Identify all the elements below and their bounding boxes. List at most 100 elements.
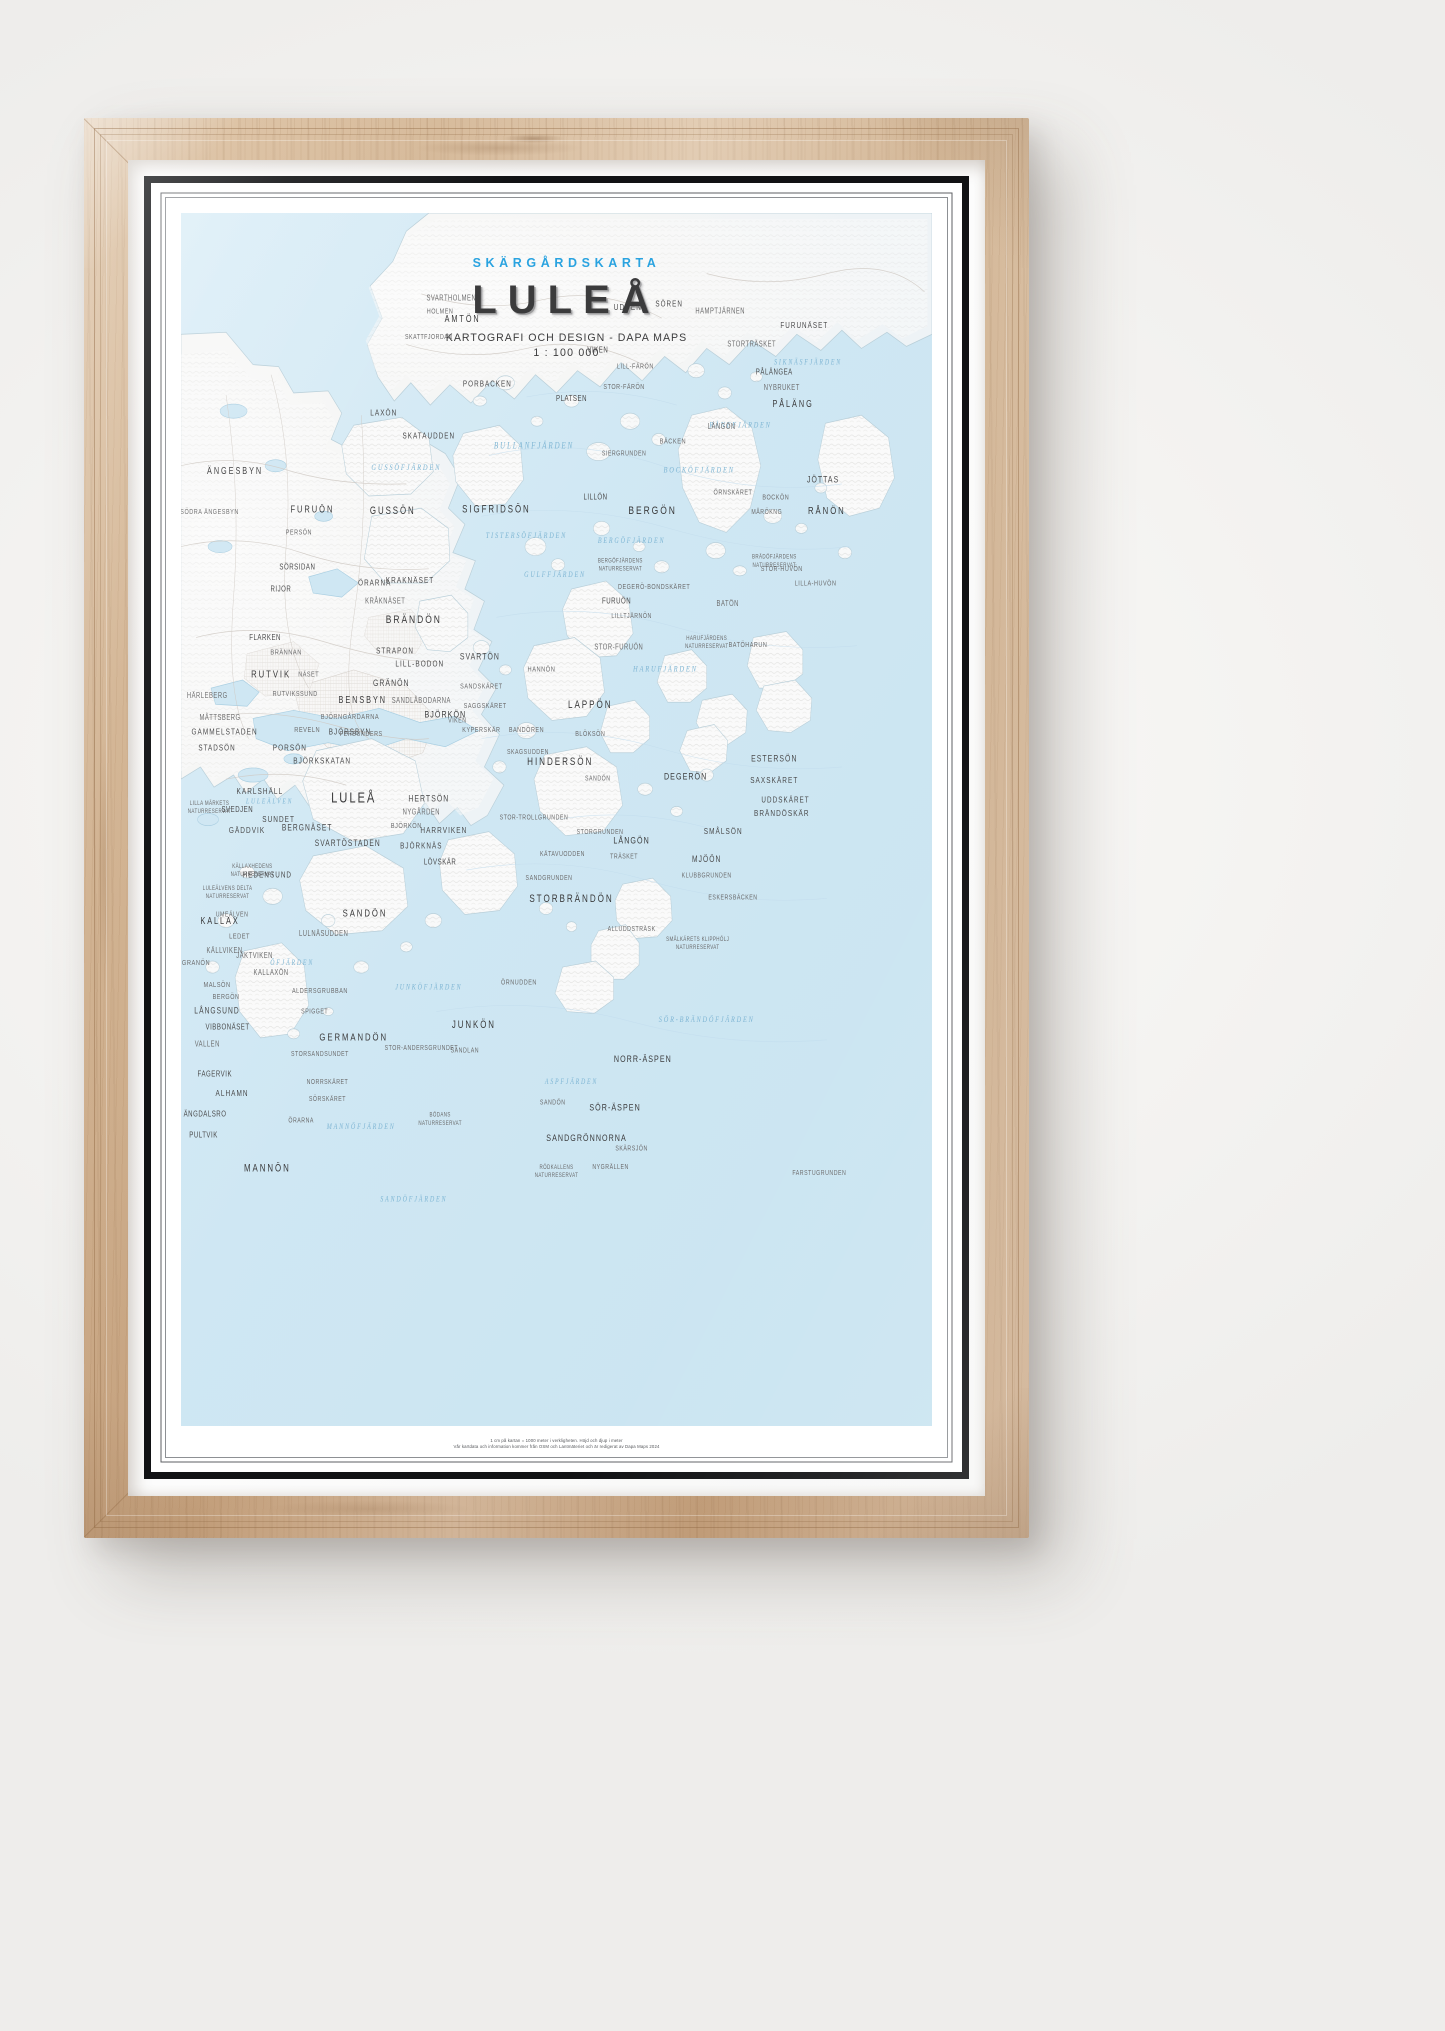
map-place-label: SVARTÖSTADEN [315, 838, 381, 848]
map-place-label: STOR-TROLLGRUNDEN [500, 814, 569, 822]
map-water-label: ASPFJÄRDEN [544, 1077, 598, 1086]
map-place-label: BANDÖREN [509, 725, 544, 734]
map-place-label: NORR-ÄSPEN [614, 1053, 672, 1064]
map-water-label: SANDÖFJÄRDEN [380, 1194, 447, 1204]
map-place-label: LÅNGÖN [708, 421, 736, 431]
map-canvas[interactable]: BULLANFJÄRDEN GUSSÖFJÄRDEN BOCKÖFJÄRDEN RÅN… [181, 213, 932, 1426]
map-place-label: KRÅKNÄSET [365, 596, 405, 606]
map-water-label: BOCKÖFJÄRDEN [664, 465, 735, 475]
map-place-label: LILL-FÄRÖN [617, 361, 654, 370]
map-poster: BULLANFJÄRDEN GUSSÖFJÄRDEN BOCKÖFJÄRDEN RÅN… [167, 199, 946, 1456]
map-place-label: FURUNÄSET [780, 320, 828, 330]
map-place-label: SKATTFJORDAN [405, 333, 453, 341]
map-reserve-label: SMÅLKÄRETS KLIPPHÖLJ [666, 935, 729, 943]
map-reserve-label: HARUFJÄRDENS [686, 634, 727, 642]
map-place-label: ESKERSBÄCKEN [708, 894, 757, 902]
map-place-label: SAGGSKÄRET [464, 701, 507, 710]
map-place-label: VALLEN [195, 1041, 220, 1049]
map-place-label: FURUÖN [602, 596, 631, 606]
map-reserve-label: BÖDANS [429, 1111, 450, 1119]
map-place-label: JÖTTAS [807, 473, 839, 484]
map-place-label: STOR-FURUÖN [594, 643, 643, 652]
map-place-label: SAXSKÄRET [750, 775, 798, 785]
map-place-label: PÅLÄNGEA [756, 366, 793, 376]
map-place-label: BATÖN [717, 599, 739, 608]
map-place-label: BERGÖN [628, 504, 676, 518]
map-place-label: BJÖRKÖN [391, 821, 422, 830]
map-place-label: SVEDJEN [221, 804, 253, 814]
map-reserve-label: RÖDKALLENS [540, 1163, 574, 1171]
map-place-label: JÄKTVIKEN [236, 951, 273, 960]
map-place-label: BERGÖN [213, 992, 240, 1001]
map-place-label: PLATSEN [556, 393, 587, 403]
map-reserve-label: NATURRESERVAT [418, 1120, 462, 1127]
map-place-label: HEDENSUND [243, 870, 292, 880]
fineprint-line-1: 1 cm på kartan = 1000 meter i verklighet… [490, 1437, 623, 1443]
map-water-label: JUNKÖFJÄRDEN [395, 981, 462, 991]
map-place-label: SANDSKÄRET [460, 682, 502, 691]
map-place-label: FAGERVIK [198, 1069, 232, 1079]
map-place-label: SÖRSKÄRET [309, 1095, 346, 1103]
map-place-label: UDDEN [614, 302, 642, 312]
map-place-label: LÅNGSUND [194, 1006, 239, 1016]
map-place-label: SÖRSIDAN [279, 562, 315, 572]
map-place-label: FARSTUGRUNDEN [792, 1169, 846, 1177]
map-place-label: BÄCKEN [660, 437, 687, 446]
map-place-label: MÅRÖKNG [751, 508, 782, 516]
map-water-label: TISTERSÖFJÄRDEN [486, 530, 567, 540]
map-place-label: BJÖRKSKATAN [293, 756, 351, 766]
map-place-label: PORSÖN [273, 742, 307, 752]
map-place-label: ÄNGESBYN [207, 465, 263, 476]
map-place-label: SANDÖN [540, 1099, 566, 1107]
map-place-label: KÄTAVUODDEN [540, 850, 585, 858]
map-place-label: LILLA-HUVÖN [795, 579, 837, 588]
map-place-label: HERTSÖN [408, 792, 449, 803]
map-place-label: RUTVIK [251, 668, 291, 679]
map-place-label: RUTVIKSSUND [273, 690, 318, 698]
map-place-label: ÄNGDALSRO [184, 1109, 227, 1119]
map-place-label: VIKEN [587, 345, 608, 355]
map-place-label: BJÖRNGÅRDARNA [321, 711, 379, 721]
map-place-label: SANDÖN [343, 907, 388, 918]
map-place-label: SVARTHOLMEN [426, 295, 476, 303]
map-place-label: FERBUNDERS [340, 730, 383, 738]
map-water-label: GUSSÖFJÄRDEN [371, 462, 441, 472]
map-place-label: SMÅLSÖN [704, 826, 743, 836]
map-place-label: SANDLAN [451, 1047, 479, 1055]
map-place-label: HOLMEN [427, 308, 454, 316]
map-place-label: BOCKÖN [762, 492, 789, 501]
map-place-label: PORBACKEN [463, 379, 512, 389]
map-place-label: BRÄNNAN [270, 648, 302, 657]
map-water-label: SÖR-BRÄNDÖFJÄRDEN [659, 1014, 755, 1024]
map-place-label: BRÄNDÖN [386, 613, 442, 627]
map-place-label: UMEÄLVEN [216, 911, 249, 919]
map-place-label: PÅLÄNG [772, 398, 813, 409]
map-reserve-label: NATURRESERVAT [206, 893, 250, 900]
map-place-label: KARLSHÄLL [236, 786, 283, 796]
map-place-label: HINDERSÖN [527, 756, 593, 768]
map-place-label: PULTVIK [189, 1129, 218, 1139]
map-place-label: ÖRARNA [288, 1117, 314, 1125]
map-water-label: MANNÖFJÄRDEN [326, 1121, 396, 1131]
map-place-label: NYGÅRDEN [403, 807, 440, 817]
map-place-label: TRÄSKET [610, 853, 638, 861]
map-place-label: LAXÖN [370, 408, 397, 418]
map-reserve-label: NATURRESERVAT [685, 644, 729, 651]
map-water-label: ÖFJÄRDEN [270, 958, 314, 967]
map-place-label: RIJOR [270, 584, 291, 594]
map-place-label: ALHAMN [215, 1088, 248, 1098]
map-place-label: BATÖHARUN [729, 640, 768, 649]
map-place-label: STOR-ANDERSGRUNDET [385, 1044, 458, 1052]
map-place-label: GRÄNÖN [373, 677, 410, 688]
map-place-label: SIGFRIDSÖN [462, 504, 530, 515]
map-water-label: HARUFJÄRDEN [632, 664, 698, 674]
map-place-label: SÖDRA ÄNGESBYN [181, 507, 239, 516]
map-place-label: DEGERÖN [664, 770, 707, 781]
map-place-label: NORRSKÄRET [307, 1078, 349, 1086]
map-place-label: RÅNÖN [808, 505, 846, 516]
map-place-label: UDDSKÄRET [761, 795, 809, 805]
map-place-label: SKÄRSJÖN [615, 1145, 647, 1153]
map-reserve-label: BRÄDÖFJÄRDENS [752, 553, 797, 561]
map-place-label: LÅNGÖN [613, 835, 649, 846]
map-place-label: HANNÖN [528, 665, 556, 674]
